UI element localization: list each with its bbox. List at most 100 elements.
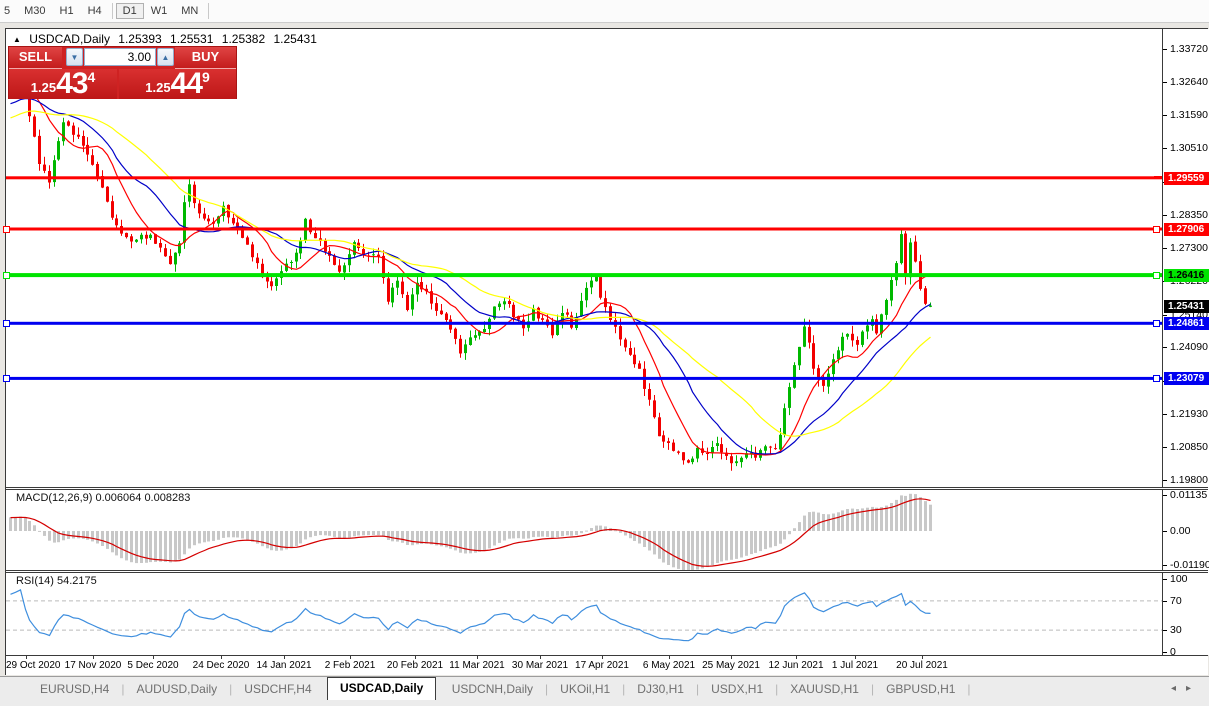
date-axis[interactable]: 29 Oct 202017 Nov 20205 Dec 202024 Dec 2… [6, 656, 1208, 675]
hline-handle[interactable] [1153, 375, 1160, 382]
axis-tick-dash [1163, 531, 1167, 532]
tab-scroll-right-icon[interactable]: ▸ [1186, 683, 1201, 694]
chart-tab-xauusd-h1[interactable]: XAUUSD,H1 [778, 679, 871, 699]
hline-handle[interactable] [3, 320, 10, 327]
date-label: 20 Jul 2021 [882, 660, 962, 671]
horizontal-line-1.23079[interactable] [6, 377, 1162, 380]
timeframe-button-h4[interactable]: H4 [81, 3, 109, 19]
timeframe-button-w1[interactable]: W1 [144, 3, 175, 19]
date-tick [415, 656, 416, 659]
collapse-panel-icon[interactable]: ▲ [13, 35, 21, 44]
buy-button[interactable]: BUY [175, 47, 236, 69]
date-tick [602, 656, 603, 659]
hline-handle[interactable] [1153, 272, 1160, 279]
horizontal-line-1.24861[interactable] [6, 322, 1162, 325]
chart-tab-usdcnh-daily[interactable]: USDCNH,Daily [440, 679, 545, 699]
hline-handle[interactable] [3, 226, 10, 233]
one-click-trading-panel: SELL ▼ ▲ BUY 1.25 43 4 1.25 44 9 [8, 46, 237, 99]
chart-tab-usdchf-h4[interactable]: USDCHF,H4 [232, 679, 323, 699]
timeframe-button-h1[interactable]: H1 [53, 3, 81, 19]
price-level-tag: 1.27906 [1164, 223, 1209, 236]
axis-tick-dash [1163, 630, 1167, 631]
buy-price-prefix: 1.25 [145, 78, 170, 98]
macd-tick: 0.01135 [1170, 489, 1207, 501]
chart-tab-usdx-h1[interactable]: USDX,H1 [699, 679, 775, 699]
volume-decrease-button[interactable]: ▼ [66, 48, 83, 66]
chart-tab-eurusd-h4[interactable]: EURUSD,H4 [28, 679, 121, 699]
horizontal-line-1.26416[interactable] [6, 273, 1162, 277]
chart-tab-gbpusd-h1[interactable]: GBPUSD,H1 [874, 679, 967, 699]
volume-input[interactable] [84, 48, 156, 66]
tab-separator: | [967, 682, 970, 696]
tab-scroll-left-icon[interactable]: ◂ [1171, 683, 1186, 694]
price-axis[interactable]: 1.337201.326401.315901.305101.294301.283… [1162, 29, 1209, 655]
chart-tab-audusd-daily[interactable]: AUDUSD,Daily [124, 679, 229, 699]
axis-tick-dash [1163, 447, 1167, 448]
current-price-tag: 1.25431 [1164, 300, 1209, 313]
sell-price-pips: 43 [56, 70, 87, 98]
price-tick: 1.20850 [1170, 441, 1208, 453]
timeframe-button-m5[interactable]: 5 [0, 3, 17, 19]
chart-tab-bar: EURUSD,H4|AUDUSD,Daily|USDCHF,H4 USDCAD,… [0, 676, 1209, 706]
price-tick: 1.30510 [1170, 142, 1208, 154]
timeframe-button-d1[interactable]: D1 [116, 3, 144, 19]
date-tick [731, 656, 732, 659]
price-tick: 1.31590 [1170, 109, 1208, 121]
buy-price-display[interactable]: 1.25 44 9 [119, 69, 236, 99]
chart-tab-usdcad-daily[interactable]: USDCAD,Daily [327, 677, 436, 700]
chart-symbol-label: USDCAD,Daily [29, 32, 110, 46]
buy-price-point: 9 [202, 70, 210, 84]
pane-divider[interactable] [6, 570, 1208, 573]
volume-increase-button[interactable]: ▲ [157, 48, 174, 66]
timeframe-button-m30[interactable]: M30 [17, 3, 52, 19]
rsi-indicator-pane[interactable] [6, 573, 1162, 655]
horizontal-line-1.29559[interactable] [6, 176, 1162, 179]
axis-tick-dash [1163, 414, 1167, 415]
date-tick [93, 656, 94, 659]
axis-tick-dash [1163, 49, 1167, 50]
axis-tick-dash [1163, 148, 1167, 149]
price-level-tag: 1.26416 [1164, 269, 1209, 282]
ohlc-low: 1.25382 [222, 32, 265, 46]
pane-divider[interactable] [6, 487, 1208, 490]
hline-handle[interactable] [1153, 320, 1160, 327]
axis-tick-dash [1163, 495, 1167, 496]
hline-handle[interactable] [1154, 176, 1162, 179]
date-tick [221, 656, 222, 659]
toolbar-separator [208, 3, 209, 19]
sell-price-display[interactable]: 1.25 43 4 [9, 69, 117, 99]
price-level-tag: 1.24861 [1164, 317, 1209, 330]
rsi-tick: 0 [1170, 646, 1176, 655]
toolbar-separator [112, 3, 113, 19]
price-tick: 1.32640 [1170, 76, 1208, 88]
date-tick [669, 656, 670, 659]
hline-handle[interactable] [3, 272, 10, 279]
date-tick [153, 656, 154, 659]
price-tick: 1.21930 [1170, 408, 1208, 420]
axis-tick-dash [1163, 115, 1167, 116]
price-tick: 1.27300 [1170, 242, 1208, 254]
mt4-terminal: 5 M30 H1 H4 D1 W1 MN 1.33720 1.32640 1.315… [0, 0, 1209, 706]
date-tick [540, 656, 541, 659]
price-level-tag: 1.23079 [1164, 372, 1209, 385]
timeframe-button-mn[interactable]: MN [174, 3, 205, 19]
horizontal-line-1.27906[interactable] [6, 228, 1162, 231]
price-tick: 1.24090 [1170, 341, 1208, 353]
chart-tab-dj30-h1[interactable]: DJ30,H1 [625, 679, 696, 699]
rsi-tick: 70 [1170, 595, 1182, 607]
rsi-label: RSI(14) 54.2175 [16, 575, 97, 587]
axis-tick-dash [1163, 480, 1167, 481]
price-tick: 1.33720 [1170, 43, 1208, 55]
price-tick: 1.28350 [1170, 209, 1208, 221]
ohlc-close: 1.25431 [274, 32, 317, 46]
hline-handle[interactable] [1153, 226, 1160, 233]
axis-tick-dash [1163, 579, 1167, 580]
price-tick: 1.19800 [1170, 474, 1208, 486]
hline-handle[interactable] [3, 375, 10, 382]
price-level-tag: 1.29559 [1164, 172, 1209, 185]
timeframe-toolbar: 5 M30 H1 H4 D1 W1 MN [0, 0, 1209, 23]
chart-tab-ukoil-h1[interactable]: UKOil,H1 [548, 679, 622, 699]
axis-tick-dash [1163, 215, 1167, 216]
rsi-tick: 30 [1170, 624, 1182, 636]
sell-button[interactable]: SELL [9, 47, 62, 69]
